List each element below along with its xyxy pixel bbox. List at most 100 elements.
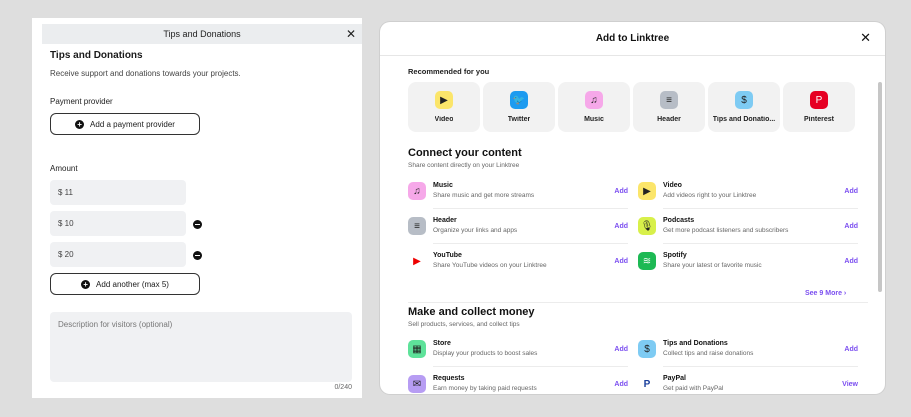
see-more-link[interactable]: See 9 More › — [805, 290, 846, 297]
list-item-text: Tips and Donations Collect tips and raise… — [663, 339, 844, 359]
twitter-icon: 🐦 — [510, 91, 528, 109]
store-icon: ▦ — [408, 340, 426, 358]
connect-section-title: Connect your content — [408, 147, 522, 159]
list-item-description: Earn money by taking paid requests — [433, 385, 537, 392]
add-payment-provider-button[interactable]: + Add a payment provider — [50, 113, 200, 135]
list-item[interactable]: ♫ Music Share music and get more streams Ad… — [408, 178, 628, 204]
list-item[interactable]: ✉ Requests Earn money by taking paid reque… — [408, 371, 628, 394]
recommended-tile[interactable]: ♫ Music — [558, 82, 630, 132]
add-button[interactable]: View — [842, 381, 858, 388]
add-button[interactable]: Add — [614, 346, 628, 353]
list-item-title: Video — [663, 182, 682, 189]
list-item[interactable]: ▶ YouTube Share YouTube videos on your Lin… — [408, 248, 628, 274]
list-item-title: YouTube — [433, 252, 462, 259]
recommended-tile[interactable]: $ Tips and Donatio... — [708, 82, 780, 132]
add-button[interactable]: Add — [614, 258, 628, 265]
amount-input-1[interactable]: $ 11 — [50, 180, 186, 205]
page-description: Receive support and donations towards yo… — [50, 69, 241, 78]
add-another-label: Add another (max 5) — [96, 279, 169, 289]
recommended-tile[interactable]: P Pinterest — [783, 82, 855, 132]
list-item-text: Header Organize your links and apps — [433, 216, 614, 236]
list-item-title: Store — [433, 340, 451, 347]
tips-icon: $ — [638, 340, 656, 358]
item-divider — [433, 366, 628, 367]
amount-label: Amount — [50, 164, 78, 173]
money-section-title: Make and collect money — [408, 306, 535, 318]
youtube-icon: ▶ — [408, 252, 426, 270]
amount-input-2[interactable]: $ 10 — [50, 211, 186, 236]
list-item-title: PayPal — [663, 375, 686, 382]
list-item-text: Music Share music and get more streams — [433, 181, 614, 201]
recommended-tile-label: Tips and Donatio... — [712, 116, 776, 123]
tips-icon: $ — [735, 91, 753, 109]
recommended-tile[interactable]: ≡ Header — [633, 82, 705, 132]
list-item-title: Requests — [433, 375, 465, 382]
list-item-description: Share music and get more streams — [433, 192, 535, 199]
add-button[interactable]: Add — [614, 223, 628, 230]
list-item[interactable]: $ Tips and Donations Collect tips and rais… — [638, 336, 858, 362]
add-button[interactable]: Add — [614, 188, 628, 195]
item-divider — [433, 243, 628, 244]
money-section-subtitle: Sell products, services, and collect tip… — [408, 321, 520, 328]
list-item-text: Store Display your products to boost sale… — [433, 339, 614, 359]
recommended-tile-label: Header — [657, 116, 681, 123]
remove-amount-icon[interactable] — [193, 220, 202, 229]
recommended-heading: Recommended for you — [408, 67, 490, 76]
recommended-tile[interactable]: 🐦 Twitter — [483, 82, 555, 132]
panel-header-title: Tips and Donations — [163, 29, 241, 39]
list-item[interactable]: ▦ Store Display your products to boost sal… — [408, 336, 628, 362]
connect-section-subtitle: Share content directly on your Linktree — [408, 162, 520, 169]
payment-provider-label: Payment provider — [50, 97, 113, 106]
list-item[interactable]: 🎙 Podcasts Get more podcast listeners and … — [638, 213, 858, 239]
item-divider — [663, 366, 858, 367]
modal-header: Add to Linktree ✕ — [380, 22, 885, 56]
add-button[interactable]: Add — [844, 258, 858, 265]
video-icon: ▶ — [638, 182, 656, 200]
scrollbar-thumb[interactable] — [878, 82, 882, 292]
list-item[interactable]: ≡ Header Organize your links and apps Add — [408, 213, 628, 239]
pinterest-icon: P — [810, 91, 828, 109]
item-divider — [663, 243, 858, 244]
add-button[interactable]: Add — [844, 223, 858, 230]
modal-title: Add to Linktree — [595, 33, 670, 44]
list-item-title: Music — [433, 182, 453, 189]
list-item-text: PayPal Get paid with PayPal — [663, 374, 842, 394]
add-button[interactable]: Add — [844, 346, 858, 353]
list-item-title: Podcasts — [663, 217, 695, 224]
requests-icon: ✉ — [408, 375, 426, 393]
video-icon: ▶ — [435, 91, 453, 109]
add-another-amount-button[interactable]: + Add another (max 5) — [50, 273, 200, 295]
list-item[interactable]: ≋ Spotify Share your latest or favorite mu… — [638, 248, 858, 274]
list-item-description: Add videos right to your Linktree — [663, 192, 757, 199]
char-counter: 0/240 — [334, 384, 352, 391]
list-item-description: Display your products to boost sales — [433, 350, 538, 357]
list-item-text: Requests Earn money by taking paid reques… — [433, 374, 614, 394]
list-item-text: Podcasts Get more podcast listeners and s… — [663, 216, 844, 236]
list-item-title: Header — [433, 217, 457, 224]
list-item[interactable]: ▶ Video Add videos right to your Linktree A… — [638, 178, 858, 204]
paypal-icon: P — [638, 375, 656, 393]
close-icon[interactable]: ✕ — [860, 31, 871, 45]
panel-header: Tips and Donations ✕ — [42, 24, 362, 44]
recommended-tile[interactable]: ▶ Video — [408, 82, 480, 132]
recommended-tile-label: Twitter — [507, 116, 531, 123]
list-item-description: Get more podcast listeners and subscribe… — [663, 227, 789, 234]
close-icon[interactable]: ✕ — [346, 27, 356, 41]
add-button[interactable]: Add — [614, 381, 628, 388]
amount-input-3[interactable]: $ 20 — [50, 242, 186, 267]
spotify-icon: ≋ — [638, 252, 656, 270]
list-item[interactable]: P PayPal Get paid with PayPal View — [638, 371, 858, 394]
plus-circle-icon: + — [75, 119, 85, 129]
visitor-description-field[interactable]: Description for visitors (optional) — [50, 312, 352, 382]
item-divider — [433, 208, 628, 209]
header-icon: ≡ — [408, 217, 426, 235]
music-icon: ♫ — [408, 182, 426, 200]
scrollbar[interactable] — [877, 58, 883, 392]
add-button[interactable]: Add — [844, 188, 858, 195]
list-item-text: Video Add videos right to your Linktree — [663, 181, 844, 201]
list-item-title: Tips and Donations — [663, 340, 728, 347]
remove-amount-icon[interactable] — [193, 251, 202, 260]
page-title: Tips and Donations — [50, 50, 143, 61]
list-item-description: Share YouTube videos on your Linktree — [433, 262, 547, 269]
add-payment-provider-label: Add a payment provider — [90, 119, 175, 129]
